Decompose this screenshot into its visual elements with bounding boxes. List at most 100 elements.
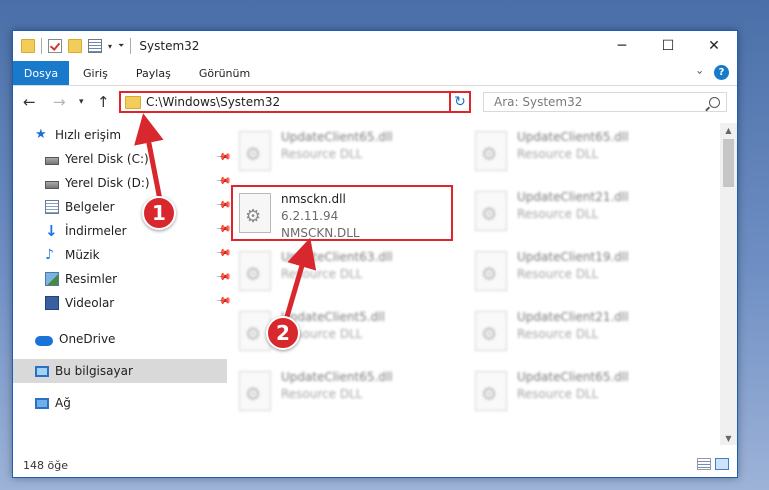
address-bar[interactable]: C:\Windows\System32 ⌄ bbox=[119, 91, 471, 113]
address-path[interactable]: C:\Windows\System32 bbox=[146, 95, 455, 109]
dll-file-icon bbox=[239, 193, 271, 233]
tab-home[interactable]: Giriş bbox=[69, 67, 122, 80]
status-bar: 148 öğe bbox=[13, 453, 737, 477]
file-name: UpdateClient21.dll bbox=[517, 190, 629, 204]
sidebar-item-label: İndirmeler bbox=[65, 224, 127, 238]
close-button[interactable]: ✕ bbox=[691, 31, 737, 61]
file-type: Resource DLL bbox=[517, 147, 599, 161]
scroll-down-icon[interactable]: ▼ bbox=[720, 431, 737, 445]
drive-icon bbox=[45, 180, 59, 189]
file-item-nmsckn[interactable]: nmsckn.dll 6.2.11.94 NMSCKN.DLL bbox=[231, 185, 453, 241]
tiles-view-icon[interactable] bbox=[715, 458, 729, 470]
sidebar-item-local-disk-c[interactable]: Yerel Disk (C:) 📌 bbox=[13, 147, 237, 171]
dll-file-icon bbox=[475, 251, 507, 291]
forward-arrow-icon[interactable]: → bbox=[53, 93, 66, 111]
file-item[interactable]: UpdateClient65.dll Resource DLL bbox=[233, 365, 455, 421]
sidebar-item-label: Belgeler bbox=[65, 200, 115, 214]
divider bbox=[130, 38, 132, 54]
search-icon[interactable] bbox=[709, 96, 720, 108]
ribbon-tabs: Dosya Giriş Paylaş Görünüm › ? bbox=[13, 61, 737, 86]
network-icon bbox=[35, 397, 49, 409]
refresh-button[interactable]: ↻ bbox=[449, 91, 471, 113]
help-icon[interactable]: ? bbox=[714, 65, 729, 80]
vertical-scrollbar[interactable]: ▲ ▼ bbox=[720, 123, 737, 445]
scroll-up-icon[interactable]: ▲ bbox=[720, 123, 737, 137]
sidebar-item-this-pc[interactable]: Bu bilgisayar bbox=[13, 359, 227, 383]
expand-ribbon-icon[interactable]: › bbox=[693, 70, 706, 74]
maximize-button[interactable]: ☐ bbox=[645, 31, 691, 61]
sidebar-item-local-disk-d[interactable]: Yerel Disk (D:) 📌 bbox=[13, 171, 237, 195]
file-type: Resource DLL bbox=[281, 267, 363, 281]
file-explorer-window: ▾ ⏷ System32 ─ ☐ ✕ Dosya Giriş Paylaş Gö… bbox=[12, 30, 738, 478]
sidebar-item-label: Müzik bbox=[65, 248, 100, 262]
dll-file-icon bbox=[475, 311, 507, 351]
file-type: Resource DLL bbox=[281, 387, 363, 401]
navigation-pane: ★ Hızlı erişim Yerel Disk (C:) 📌 Yerel D… bbox=[13, 123, 231, 443]
dll-file-icon bbox=[239, 371, 271, 411]
file-item[interactable]: UpdateClient63.dll Resource DLL bbox=[233, 245, 455, 301]
file-item[interactable]: UpdateClient65.dll Resource DLL bbox=[469, 365, 691, 421]
customize-toolbar-icon[interactable]: ⏷ bbox=[118, 41, 124, 51]
sidebar-item-documents[interactable]: Belgeler 📌 bbox=[13, 195, 237, 219]
search-box[interactable] bbox=[483, 92, 727, 112]
file-list: UpdateClient65.dll Resource DLL nmsckn.dl… bbox=[221, 123, 711, 443]
sidebar-item-music[interactable]: ♪ Müzik 📌 bbox=[13, 243, 237, 267]
properties-icon[interactable] bbox=[88, 39, 102, 53]
file-name: UpdateClient65.dll bbox=[517, 130, 629, 144]
sidebar-item-videos[interactable]: Videolar 📌 bbox=[13, 291, 237, 315]
file-name: nmsckn.dll bbox=[281, 192, 346, 206]
sidebar-item-pictures[interactable]: Resimler 📌 bbox=[13, 267, 237, 291]
documents-icon bbox=[45, 200, 59, 214]
sidebar-item-downloads[interactable]: ↓ İndirmeler 📌 bbox=[13, 219, 237, 243]
minimize-button[interactable]: ─ bbox=[599, 31, 645, 61]
pictures-icon bbox=[45, 272, 59, 286]
file-name: UpdateClient19.dll bbox=[517, 250, 629, 264]
file-version: 6.2.11.94 bbox=[281, 209, 339, 223]
dll-file-icon bbox=[475, 371, 507, 411]
file-type: Resource DLL bbox=[517, 327, 599, 341]
file-item[interactable]: UpdateClient21.dll Resource DLL bbox=[469, 185, 691, 241]
tab-share[interactable]: Paylaş bbox=[122, 67, 185, 80]
dll-file-icon bbox=[475, 191, 507, 231]
folder-icon bbox=[125, 95, 141, 109]
file-name: UpdateClient63.dll bbox=[281, 250, 393, 264]
sidebar-item-label: Ağ bbox=[55, 396, 71, 410]
file-item[interactable]: UpdateClient19.dll Resource DLL bbox=[469, 245, 691, 301]
recent-locations-icon[interactable]: ▾ bbox=[79, 97, 84, 107]
chevron-down-icon[interactable]: ▾ bbox=[108, 42, 112, 51]
star-icon: ★ bbox=[35, 127, 47, 142]
file-name: UpdateClient65.dll bbox=[281, 130, 393, 144]
file-item[interactable]: UpdateClient21.dll Resource DLL bbox=[469, 305, 691, 361]
search-input[interactable] bbox=[492, 94, 709, 110]
up-arrow-icon[interactable]: ↑ bbox=[97, 93, 110, 111]
back-arrow-icon[interactable]: ← bbox=[23, 93, 36, 111]
step-badge-2: 2 bbox=[266, 316, 300, 350]
file-item[interactable]: UpdateClient65.dll Resource DLL bbox=[469, 125, 691, 181]
sidebar-item-label: Videolar bbox=[65, 296, 115, 310]
sidebar-item-quick-access[interactable]: ★ Hızlı erişim bbox=[13, 123, 227, 147]
title-bar: ▾ ⏷ System32 ─ ☐ ✕ bbox=[13, 31, 737, 61]
file-name: UpdateClient65.dll bbox=[517, 370, 629, 384]
file-item[interactable]: UpdateClient65.dll Resource DLL bbox=[233, 125, 455, 181]
file-name: UpdateClient21.dll bbox=[517, 310, 629, 324]
window-title: System32 bbox=[139, 39, 200, 53]
details-view-icon[interactable] bbox=[697, 458, 711, 470]
tab-file[interactable]: Dosya bbox=[13, 61, 69, 85]
file-type: Resource DLL bbox=[281, 147, 363, 161]
item-count: 148 öğe bbox=[23, 458, 68, 472]
file-name: UpdateClient65.dll bbox=[281, 370, 393, 384]
music-icon: ♪ bbox=[45, 247, 54, 263]
new-folder-icon[interactable] bbox=[68, 39, 82, 53]
properties-check-icon[interactable] bbox=[48, 39, 62, 53]
quick-access-toolbar: ▾ ⏷ bbox=[13, 38, 132, 54]
tab-view[interactable]: Görünüm bbox=[185, 67, 264, 80]
sidebar-item-onedrive[interactable]: OneDrive bbox=[13, 327, 227, 351]
divider bbox=[41, 38, 42, 54]
sidebar-item-label: Hızlı erişim bbox=[55, 128, 122, 142]
file-type: Resource DLL bbox=[517, 387, 599, 401]
sidebar-item-label: OneDrive bbox=[59, 332, 116, 346]
navigation-bar: ← → ▾ ↑ C:\Windows\System32 ⌄ ↻ bbox=[13, 87, 737, 117]
sidebar-item-network[interactable]: Ağ bbox=[13, 391, 227, 415]
scrollbar-thumb[interactable] bbox=[723, 139, 734, 187]
ribbon-right: › ? bbox=[693, 65, 729, 80]
